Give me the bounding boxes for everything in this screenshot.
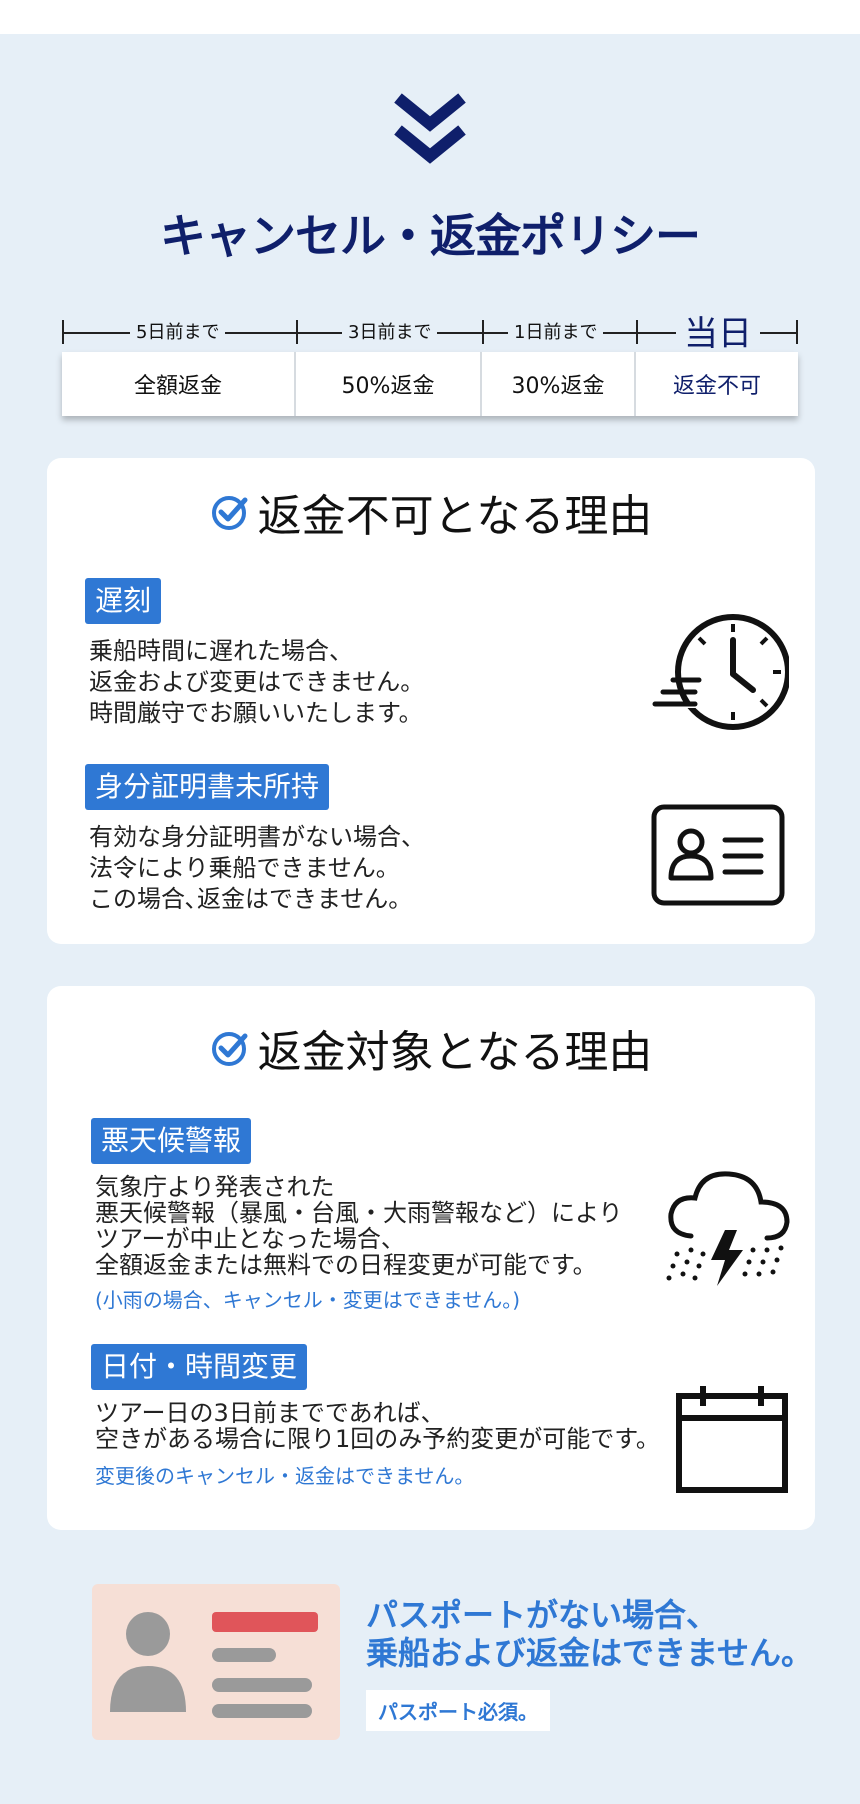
passport-warning-line1: パスポートがない場合、 (366, 1596, 719, 1634)
reason-tag-no-id: 身分証明書未所持 (85, 764, 330, 810)
desc-line: 全額返金または無料での日程変更が可能です。 (95, 1251, 597, 1279)
timeline-label-same-day: 当日 (676, 306, 760, 355)
desc-line: 時間厳守でお願いいたします。 (89, 699, 423, 727)
reason-desc-late: 乗船時間に遅れた場合、 返金および変更はできません。 時間厳守でお願いいたします… (89, 636, 424, 729)
desc-line: 気象庁より発表された (95, 1173, 335, 1201)
reason-tag-weather: 悪天候警報 (91, 1118, 252, 1164)
timeline-tick (796, 320, 798, 344)
refund-rate-none: 返金不可 (636, 352, 798, 416)
refundable-card: 返金対象となる理由 悪天候警報 気象庁より発表された 悪天候警報（暴風・台風・大… (47, 986, 815, 1530)
desc-line: 乗船時間に遅れた場合、 (89, 637, 353, 665)
reason-desc-weather: 気象庁より発表された 悪天候警報（暴風・台風・大雨警報など）により ツアーが中止… (95, 1174, 623, 1278)
passport-warning: パスポートがない場合、 乗船および返金はできません。 (366, 1596, 813, 1672)
passport-warning-line2: 乗船および返金はできません。 (366, 1634, 814, 1672)
reason-tag-date-change: 日付・時間変更 (91, 1344, 308, 1390)
desc-line: この場合､返金はできません。 (89, 885, 413, 913)
reason-desc-no-id: 有効な身分証明書がない場合、 法令により乗船できません。 この場合､返金はできま… (89, 822, 425, 915)
non-refundable-title: 返金不可となる理由 (47, 480, 815, 544)
refund-rate-30: 30%返金 (482, 352, 636, 416)
non-refundable-title-text: 返金不可となる理由 (257, 491, 653, 542)
check-circle-icon (211, 496, 248, 530)
reason-note-weather: (小雨の場合、キャンセル・変更はできません。) (95, 1288, 521, 1312)
id-card-person-icon (110, 1612, 318, 1718)
desc-line: ツアーが中止となった場合、 (95, 1225, 405, 1253)
check-circle-icon (211, 1032, 248, 1066)
refund-rate-row: 全額返金 50%返金 30%返金 返金不可 (62, 352, 798, 416)
timeline-label-5days: 5日前まで (130, 318, 226, 344)
id-card-icon (651, 804, 785, 906)
desc-line: 有効な身分証明書がない場合、 (89, 823, 425, 851)
fast-clock-icon (649, 614, 789, 730)
passport-required-badge: パスポート必須。 (366, 1690, 550, 1731)
desc-line: ツアー日の3日前までであれば、 (95, 1399, 445, 1427)
double-chevron-down-icon (394, 93, 466, 164)
refundable-title-text: 返金対象となる理由 (257, 1027, 653, 1078)
desc-line: 空きがある場合に限り1回のみ予約変更が可能です。 (95, 1425, 660, 1453)
reason-desc-date-change: ツアー日の3日前までであれば、 空きがある場合に限り1回のみ予約変更が可能です。 (95, 1400, 660, 1452)
desc-line: 悪天候警報（暴風・台風・大雨警報など）により (95, 1199, 623, 1227)
timeline: 5日前まで 3日前まで 1日前まで 当日 (62, 306, 798, 355)
timeline-label-3days: 3日前まで (342, 318, 438, 344)
refund-rate-full: 全額返金 (62, 352, 296, 416)
passport-illustration (92, 1584, 340, 1740)
calendar-icon (676, 1386, 788, 1493)
storm-cloud-icon (666, 1171, 790, 1286)
refund-rate-50: 50%返金 (296, 352, 482, 416)
reason-tag-late: 遅刻 (85, 578, 162, 624)
refundable-title: 返金対象となる理由 (47, 1016, 815, 1080)
reason-note-date-change: 変更後のキャンセル・返金はできません。 (95, 1464, 475, 1488)
desc-line: 返金および変更はできません。 (89, 668, 425, 696)
desc-line: 法令により乗船できません。 (89, 854, 400, 882)
page-title: キャンセル・返金ポリシー (160, 209, 701, 263)
non-refundable-card: 返金不可となる理由 遅刻 乗船時間に遅れた場合、 返金および変更はできません。 … (47, 458, 815, 944)
timeline-label-1day: 1日前まで (508, 318, 604, 344)
